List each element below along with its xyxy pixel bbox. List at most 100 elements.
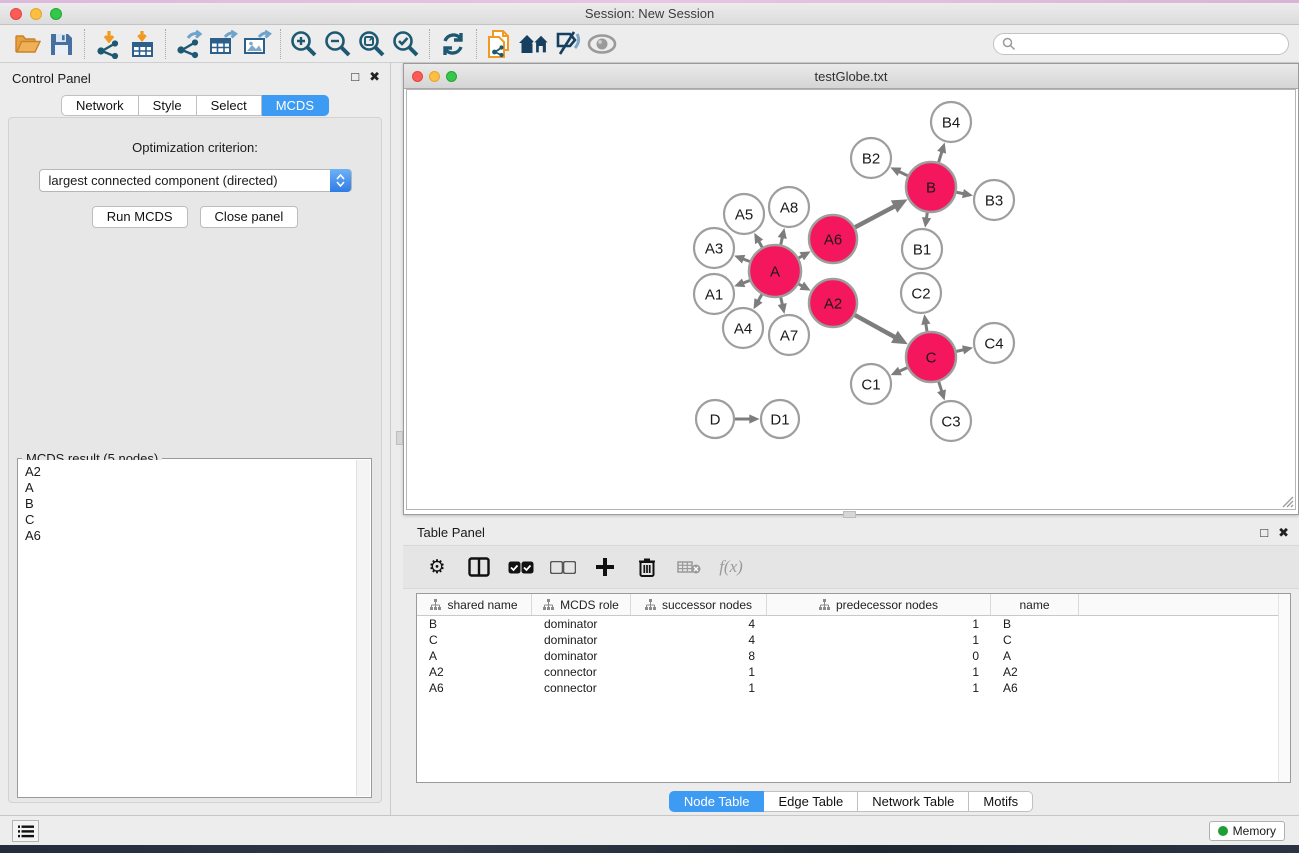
table-row[interactable]: Adominator80A [417, 648, 1290, 664]
network-node-A2[interactable]: A2 [809, 279, 857, 327]
import-table-icon[interactable] [125, 28, 159, 60]
mcds-result-list[interactable]: A2ABCA6 [19, 460, 356, 796]
table-row[interactable]: Bdominator41B [417, 616, 1290, 632]
network-view-window: testGlobe.txt A A1 A2 A3 A4 A5 A6 A7 A8 B B1 B2 B3B4… [403, 63, 1299, 515]
result-item[interactable]: A2 [25, 464, 356, 480]
network-node-D[interactable]: D [696, 400, 734, 438]
run-mcds-button[interactable]: Run MCDS [92, 206, 188, 228]
hide-labels-icon[interactable] [551, 28, 585, 60]
network-node-B2[interactable]: B2 [851, 138, 891, 178]
delete-column-icon[interactable] [633, 553, 661, 581]
tab-network[interactable]: Network [61, 95, 139, 116]
table-cell: C [417, 633, 532, 647]
zoom-in-icon[interactable] [287, 28, 321, 60]
settings-gear-icon[interactable]: ⚙ [423, 553, 451, 581]
zoom-selected-icon[interactable] [389, 28, 423, 60]
save-session-icon[interactable] [44, 28, 78, 60]
network-node-B[interactable]: B [906, 162, 956, 212]
svg-text:A: A [770, 263, 780, 280]
network-node-C4[interactable]: C4 [974, 323, 1014, 363]
network-node-A6[interactable]: A6 [809, 215, 857, 263]
network-node-A4[interactable]: A4 [723, 308, 763, 348]
network-node-B3[interactable]: B3 [974, 180, 1014, 220]
import-network-icon[interactable] [91, 28, 125, 60]
deselect-all-icon[interactable] [549, 553, 577, 581]
result-item[interactable]: B [25, 496, 356, 512]
network-node-C[interactable]: C [906, 332, 956, 382]
network-node-B4[interactable]: B4 [931, 102, 971, 142]
result-item[interactable]: A [25, 480, 356, 496]
column-header-mcds-role[interactable]: MCDS role [532, 594, 631, 615]
vertical-split-handle[interactable] [396, 431, 403, 445]
network-node-C1[interactable]: C1 [851, 364, 891, 404]
edge-arrow [922, 217, 931, 228]
tab-style[interactable]: Style [139, 95, 197, 116]
open-session-icon[interactable] [10, 28, 44, 60]
resize-grip-icon[interactable] [1280, 494, 1294, 508]
network-node-D1[interactable]: D1 [761, 400, 799, 438]
export-image-icon[interactable] [240, 28, 274, 60]
tab-edge-table[interactable]: Edge Table [764, 791, 858, 812]
horizontal-split-handle[interactable] [843, 511, 856, 518]
column-header-successor-nodes[interactable]: successor nodes [631, 594, 767, 615]
search-icon [1002, 37, 1016, 51]
optimization-criterion-dropdown[interactable]: largest connected component (directed) [39, 169, 352, 192]
column-header-name[interactable]: name [991, 594, 1079, 615]
show-details-eye-icon[interactable] [585, 28, 619, 60]
refresh-icon[interactable] [436, 28, 470, 60]
export-table-icon[interactable] [206, 28, 240, 60]
dropdown-selected-value: largest connected component (directed) [49, 173, 278, 188]
result-item[interactable]: A6 [25, 528, 356, 544]
result-item[interactable]: C [25, 512, 356, 528]
search-input[interactable] [1016, 37, 1280, 51]
network-node-A[interactable]: A [749, 245, 801, 297]
network-node-B1[interactable]: B1 [902, 229, 942, 269]
task-history-button[interactable] [12, 820, 39, 842]
network-node-A5[interactable]: A5 [724, 194, 764, 234]
tab-node-table[interactable]: Node Table [669, 791, 765, 812]
float-table-panel-icon[interactable]: □ [1260, 525, 1268, 541]
table-row[interactable]: A2connector11A2 [417, 664, 1290, 680]
table-row[interactable]: A6connector11A6 [417, 680, 1290, 696]
network-graph[interactable]: A A1 A2 A3 A4 A5 A6 A7 A8 B B1 B2 B3B4 C C1 C2 C3C4 D D1 [407, 90, 1297, 511]
tab-mcds[interactable]: MCDS [262, 95, 329, 116]
table-cell: 1 [767, 617, 991, 631]
float-panel-icon[interactable]: □ [351, 69, 359, 85]
search-field[interactable] [993, 33, 1289, 55]
show-column-icon[interactable] [465, 553, 493, 581]
network-node-A8[interactable]: A8 [769, 187, 809, 227]
result-scrollbar[interactable] [356, 460, 370, 796]
network-node-C3[interactable]: C3 [931, 401, 971, 441]
edge-A2-C[interactable] [855, 315, 896, 337]
network-node-A1[interactable]: A1 [694, 274, 734, 314]
column-header-predecessor-nodes[interactable]: predecessor nodes [767, 594, 991, 615]
column-header-shared-name[interactable]: shared name [417, 594, 532, 615]
network-node-C2[interactable]: C2 [901, 273, 941, 313]
network-canvas[interactable]: A A1 A2 A3 A4 A5 A6 A7 A8 B B1 B2 B3B4 C C1 C2 C3C4 D D1 [406, 89, 1296, 510]
table-row[interactable]: Cdominator41C [417, 632, 1290, 648]
table-scrollbar[interactable] [1278, 594, 1290, 782]
select-all-check-icon[interactable] [507, 553, 535, 581]
node-table[interactable]: shared nameMCDS rolesuccessor nodesprede… [416, 593, 1291, 783]
close-panel-icon[interactable]: ✖ [369, 69, 380, 85]
home-icon[interactable] [517, 28, 551, 60]
edge-B-B4[interactable] [939, 151, 942, 162]
close-panel-button[interactable]: Close panel [200, 206, 299, 228]
clone-network-icon[interactable] [483, 28, 517, 60]
edge-C-C3[interactable] [939, 382, 942, 392]
zoom-out-icon[interactable] [321, 28, 355, 60]
network-node-A3[interactable]: A3 [694, 228, 734, 268]
memory-button[interactable]: Memory [1209, 821, 1285, 841]
network-node-A7[interactable]: A7 [769, 315, 809, 355]
tab-motifs[interactable]: Motifs [969, 791, 1033, 812]
tab-network-table[interactable]: Network Table [858, 791, 969, 812]
add-column-icon[interactable] [591, 553, 619, 581]
tab-select[interactable]: Select [197, 95, 262, 116]
zoom-fit-icon[interactable] [355, 28, 389, 60]
close-table-panel-icon[interactable]: ✖ [1278, 525, 1289, 541]
edge-B-B2[interactable] [898, 171, 907, 176]
export-network-icon[interactable] [172, 28, 206, 60]
edge-A6-B[interactable] [855, 206, 895, 227]
table-cell: dominator [532, 617, 631, 631]
network-window-titlebar[interactable]: testGlobe.txt [404, 64, 1298, 89]
